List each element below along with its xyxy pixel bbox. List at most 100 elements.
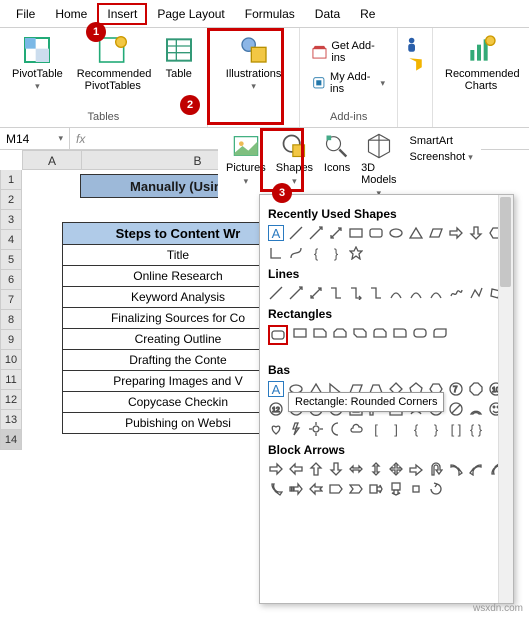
row-header[interactable]: 11 xyxy=(0,370,22,390)
pictures-button[interactable]: Pictures▾ xyxy=(222,130,270,189)
recommended-pivottables-button[interactable]: Recommended PivotTables xyxy=(73,32,153,94)
shape-brace-right[interactable]: } xyxy=(328,245,344,261)
shape-snip-round[interactable] xyxy=(372,325,388,341)
shape-rectangle-plain[interactable] xyxy=(292,325,308,341)
shape-arrow-curved-right[interactable] xyxy=(448,461,464,477)
shape-arrow-quad[interactable] xyxy=(388,461,404,477)
shape-arrow-curved-left[interactable] xyxy=(468,461,484,477)
col-header[interactable]: A xyxy=(22,150,82,170)
shape-line-arrow[interactable] xyxy=(288,285,304,301)
tab-home[interactable]: Home xyxy=(45,3,97,25)
shape-arrow-leftright[interactable] xyxy=(348,461,364,477)
shape-star[interactable] xyxy=(348,245,364,261)
shape-moon[interactable] xyxy=(328,421,344,437)
table-button[interactable]: Table xyxy=(159,32,199,82)
shape-bracket-pair[interactable]: [ ] xyxy=(448,421,464,437)
shape-rounded-rect[interactable] xyxy=(368,225,384,241)
shape-arrow-down[interactable] xyxy=(468,225,484,241)
shape-snip-diag[interactable] xyxy=(352,325,368,341)
shape-double-arrow-line[interactable] xyxy=(328,225,344,241)
row-header[interactable]: 7 xyxy=(0,290,22,310)
shape-arrow-pentagon[interactable] xyxy=(328,481,344,497)
3d-models-button[interactable]: 3D Models▾ xyxy=(357,130,400,201)
my-addins-button[interactable]: My Add-ins ▾ xyxy=(308,69,389,97)
fx-icon[interactable]: fx xyxy=(70,132,91,146)
bing-maps-icon[interactable] xyxy=(406,56,424,74)
shape-round-same[interactable] xyxy=(412,325,428,341)
row-header[interactable]: 1 xyxy=(0,170,22,190)
shape-arrow-down[interactable] xyxy=(328,461,344,477)
shape-rectangle[interactable] xyxy=(348,225,364,241)
row-header[interactable]: 13 xyxy=(0,410,22,430)
shape-arrow-bent[interactable] xyxy=(408,461,424,477)
screenshot-button[interactable]: Screenshot ▾ xyxy=(403,150,477,164)
row-header[interactable]: 3 xyxy=(0,210,22,230)
shape-arrow-striped[interactable] xyxy=(288,481,304,497)
shape-arrow-up[interactable] xyxy=(308,461,324,477)
row-header[interactable]: 4 xyxy=(0,230,22,250)
shape-arrow-uturn[interactable] xyxy=(428,461,444,477)
tab-insert[interactable]: Insert xyxy=(97,3,147,25)
row-header[interactable]: 5 xyxy=(0,250,22,270)
row-header[interactable]: 9 xyxy=(0,330,22,350)
get-addins-button[interactable]: Get Add-ins xyxy=(308,38,389,66)
shape-textbox[interactable]: A xyxy=(268,225,284,241)
shape-round-diag[interactable] xyxy=(432,325,448,341)
shape-parallelogram[interactable] xyxy=(428,225,444,241)
shape-line[interactable] xyxy=(288,225,304,241)
tab-review[interactable]: Re xyxy=(350,3,385,25)
shape-block-arc[interactable] xyxy=(468,401,484,417)
shape-line-double-arrow[interactable] xyxy=(308,285,324,301)
shape-scribble[interactable] xyxy=(448,285,464,301)
shape-arrow-right[interactable] xyxy=(268,461,284,477)
scrollbar-thumb[interactable] xyxy=(500,197,511,287)
shape-triangle[interactable] xyxy=(408,225,424,241)
shape-arrow-circular[interactable] xyxy=(428,481,444,497)
shape-arrow-line[interactable] xyxy=(308,225,324,241)
recommended-charts-button[interactable]: Recommended Charts xyxy=(441,32,521,94)
shape-arrow-notched[interactable] xyxy=(308,481,324,497)
scrollbar[interactable] xyxy=(498,195,513,603)
shape-curve-conn[interactable] xyxy=(388,285,404,301)
shape-cloud[interactable] xyxy=(348,421,364,437)
icons-button[interactable]: Icons xyxy=(319,130,355,176)
shape-freeform[interactable] xyxy=(288,245,304,261)
shape-rounded-rectangle[interactable] xyxy=(268,325,288,345)
shape-heptagon[interactable]: 7 xyxy=(448,381,464,397)
shape-arrow-chevron[interactable] xyxy=(348,481,364,497)
shape-octagon[interactable] xyxy=(468,381,484,397)
shape-dodecagon[interactable]: 12 xyxy=(268,401,284,417)
tab-formulas[interactable]: Formulas xyxy=(235,3,305,25)
shapes-button[interactable]: Shapes▾ xyxy=(272,130,317,189)
shape-curve-double[interactable] xyxy=(428,285,444,301)
shape-brace-pair[interactable]: { } xyxy=(468,421,484,437)
shape-arrow-right[interactable] xyxy=(448,225,464,241)
shape-curve-arrow[interactable] xyxy=(408,285,424,301)
shape-freeform-open[interactable] xyxy=(468,285,484,301)
shape-textbox[interactable]: A xyxy=(268,381,284,397)
shape-arrow-left[interactable] xyxy=(288,461,304,477)
row-header[interactable]: 12 xyxy=(0,390,22,410)
shape-snip-single[interactable] xyxy=(312,325,328,341)
shape-lightning[interactable] xyxy=(288,421,304,437)
illustrations-button[interactable]: Illustrations▾ xyxy=(216,32,292,94)
shape-no-symbol[interactable] xyxy=(448,401,464,417)
shape-heart[interactable] xyxy=(268,421,284,437)
row-header[interactable]: 2 xyxy=(0,190,22,210)
shape-arrow-callout-quad[interactable] xyxy=(408,481,424,497)
shape-arrow-curved-down[interactable] xyxy=(268,481,284,497)
row-header[interactable]: 8 xyxy=(0,310,22,330)
tab-page-layout[interactable]: Page Layout xyxy=(147,3,234,25)
shape-bracket-right[interactable]: ] xyxy=(388,421,404,437)
shape-round-single[interactable] xyxy=(392,325,408,341)
shape-brace-left[interactable]: { xyxy=(308,245,324,261)
shape-brace-right[interactable]: } xyxy=(428,421,444,437)
shape-elbow[interactable] xyxy=(268,245,284,261)
shape-brace-left[interactable]: { xyxy=(408,421,424,437)
shape-elbow-arrow[interactable] xyxy=(348,285,364,301)
shape-oval[interactable] xyxy=(388,225,404,241)
row-header[interactable]: 14 xyxy=(0,430,22,450)
pivottable-button[interactable]: PivotTable▾ xyxy=(8,32,67,94)
shape-line[interactable] xyxy=(268,285,284,301)
name-box[interactable]: M14▾ xyxy=(0,128,70,149)
